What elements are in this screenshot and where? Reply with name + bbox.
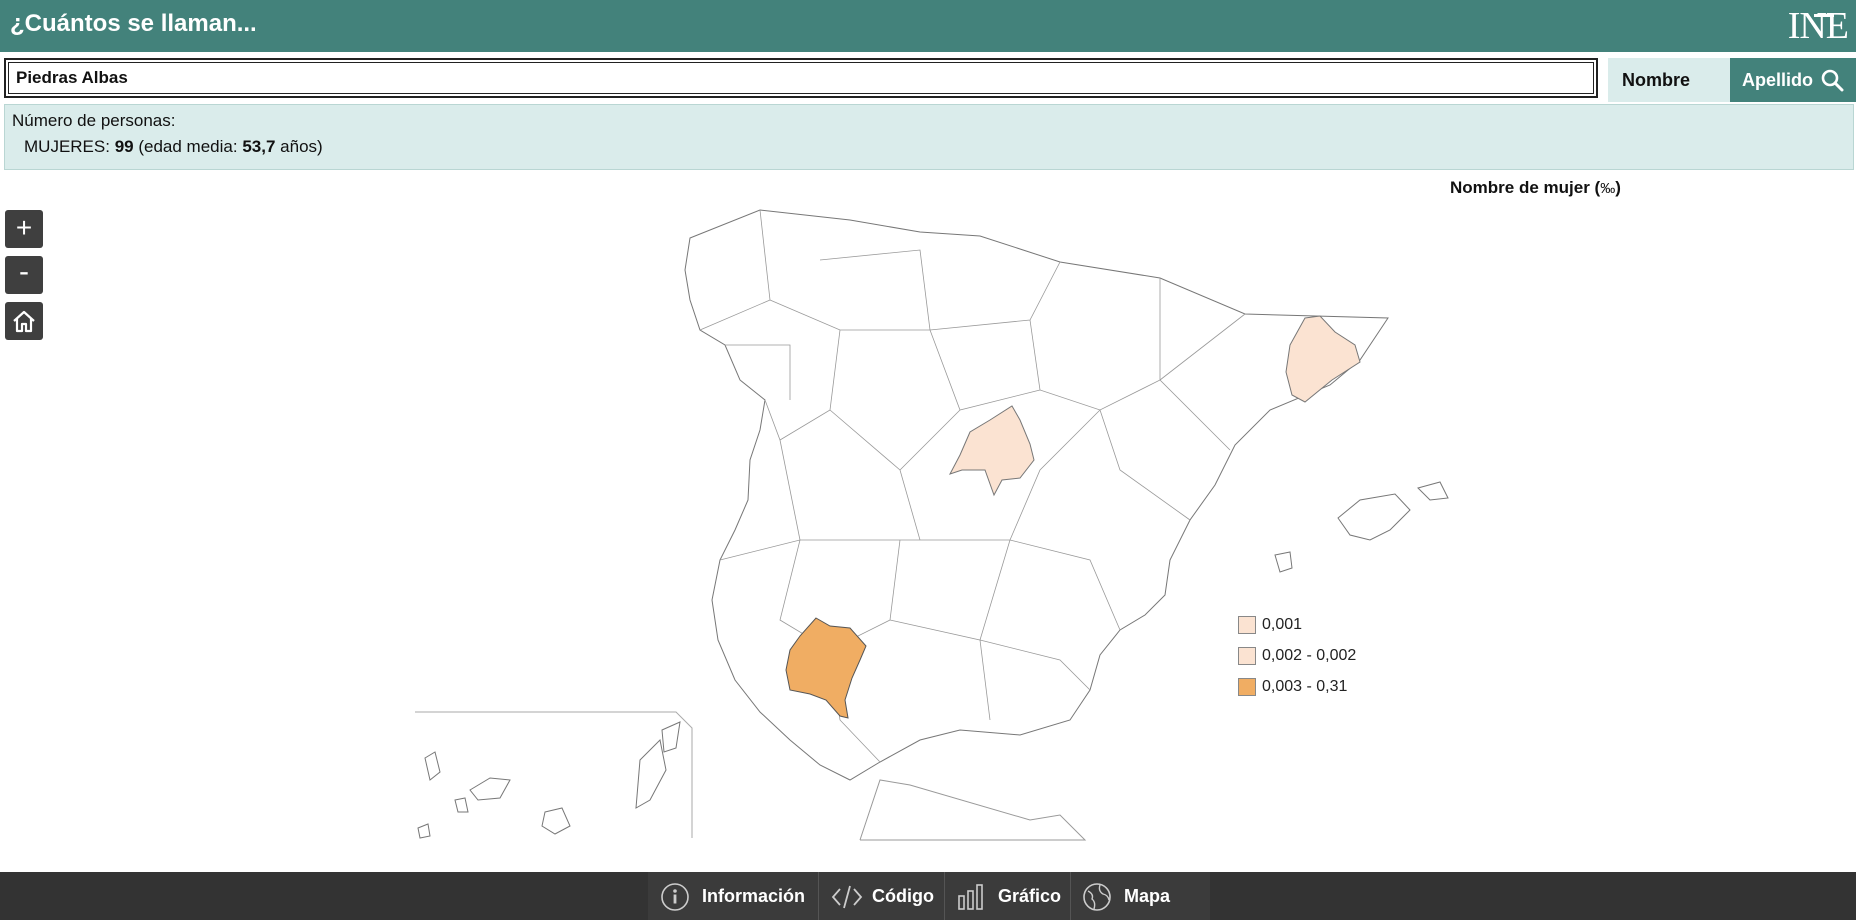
women-count: 99 <box>114 137 134 156</box>
footer-nav: Información Código Gráfico Mapa <box>648 872 1210 920</box>
code-icon <box>831 885 863 909</box>
balearic-islands <box>1274 481 1449 573</box>
legend-swatch <box>1238 678 1256 696</box>
canary-islands <box>417 721 681 839</box>
footer-grafico[interactable]: Gráfico <box>944 872 1070 920</box>
ine-logo[interactable]: INE <box>1787 4 1849 48</box>
persons-label: Número de personas: <box>12 111 176 130</box>
footer-label-mapa: Mapa <box>1124 886 1171 906</box>
search-row: Nombre Apellido <box>4 58 1856 104</box>
nombre-button-label: Nombre <box>1622 70 1691 90</box>
avg-age-suffix: años) <box>280 137 323 156</box>
search-input[interactable] <box>4 58 1598 98</box>
info-icon <box>661 883 689 911</box>
women-label: MUJERES: <box>24 137 110 156</box>
avg-age-prefix: (edad media: <box>138 137 238 156</box>
footer-label-grafico: Gráfico <box>998 886 1062 906</box>
legend-swatch <box>1238 647 1256 665</box>
logo-text: INE <box>1787 5 1849 47</box>
spain-map[interactable] <box>0 190 1856 860</box>
footer-mapa[interactable]: Mapa <box>1070 872 1210 920</box>
footer-codigo[interactable]: Código <box>818 872 944 920</box>
result-box: Número de personas: MUJERES: 99 (edad me… <box>4 104 1854 170</box>
apellido-button-label: Apellido <box>1742 70 1813 90</box>
app-title: ¿Cuántos se llaman... <box>10 10 257 37</box>
nombre-button[interactable]: Nombre <box>1608 58 1730 102</box>
legend-swatch <box>1238 616 1256 634</box>
footer-informacion[interactable]: Información <box>648 872 810 920</box>
footer-label-informacion: Información <box>702 886 806 906</box>
footer-bar: Información Código Gráfico Mapa <box>0 872 1856 920</box>
avg-age-value: 53,7 <box>242 137 276 156</box>
legend-label: 0,001 <box>1262 616 1303 633</box>
header-bar: ¿Cuántos se llaman... INE <box>0 0 1856 52</box>
legend-label: 0,002 - 0,002 <box>1262 647 1357 664</box>
legend-label: 0,003 - 0,31 <box>1262 678 1348 695</box>
globe-icon <box>1083 883 1111 911</box>
footer-label-codigo: Código <box>872 886 934 906</box>
apellido-button[interactable]: Apellido <box>1730 58 1856 102</box>
logo-macron <box>1814 14 1834 17</box>
bar-chart-icon <box>958 884 983 910</box>
women-line: MUJERES: 99 (edad media: 53,7 años) <box>24 137 323 157</box>
north-africa-outline <box>859 779 1087 841</box>
search-icon <box>1821 69 1844 92</box>
